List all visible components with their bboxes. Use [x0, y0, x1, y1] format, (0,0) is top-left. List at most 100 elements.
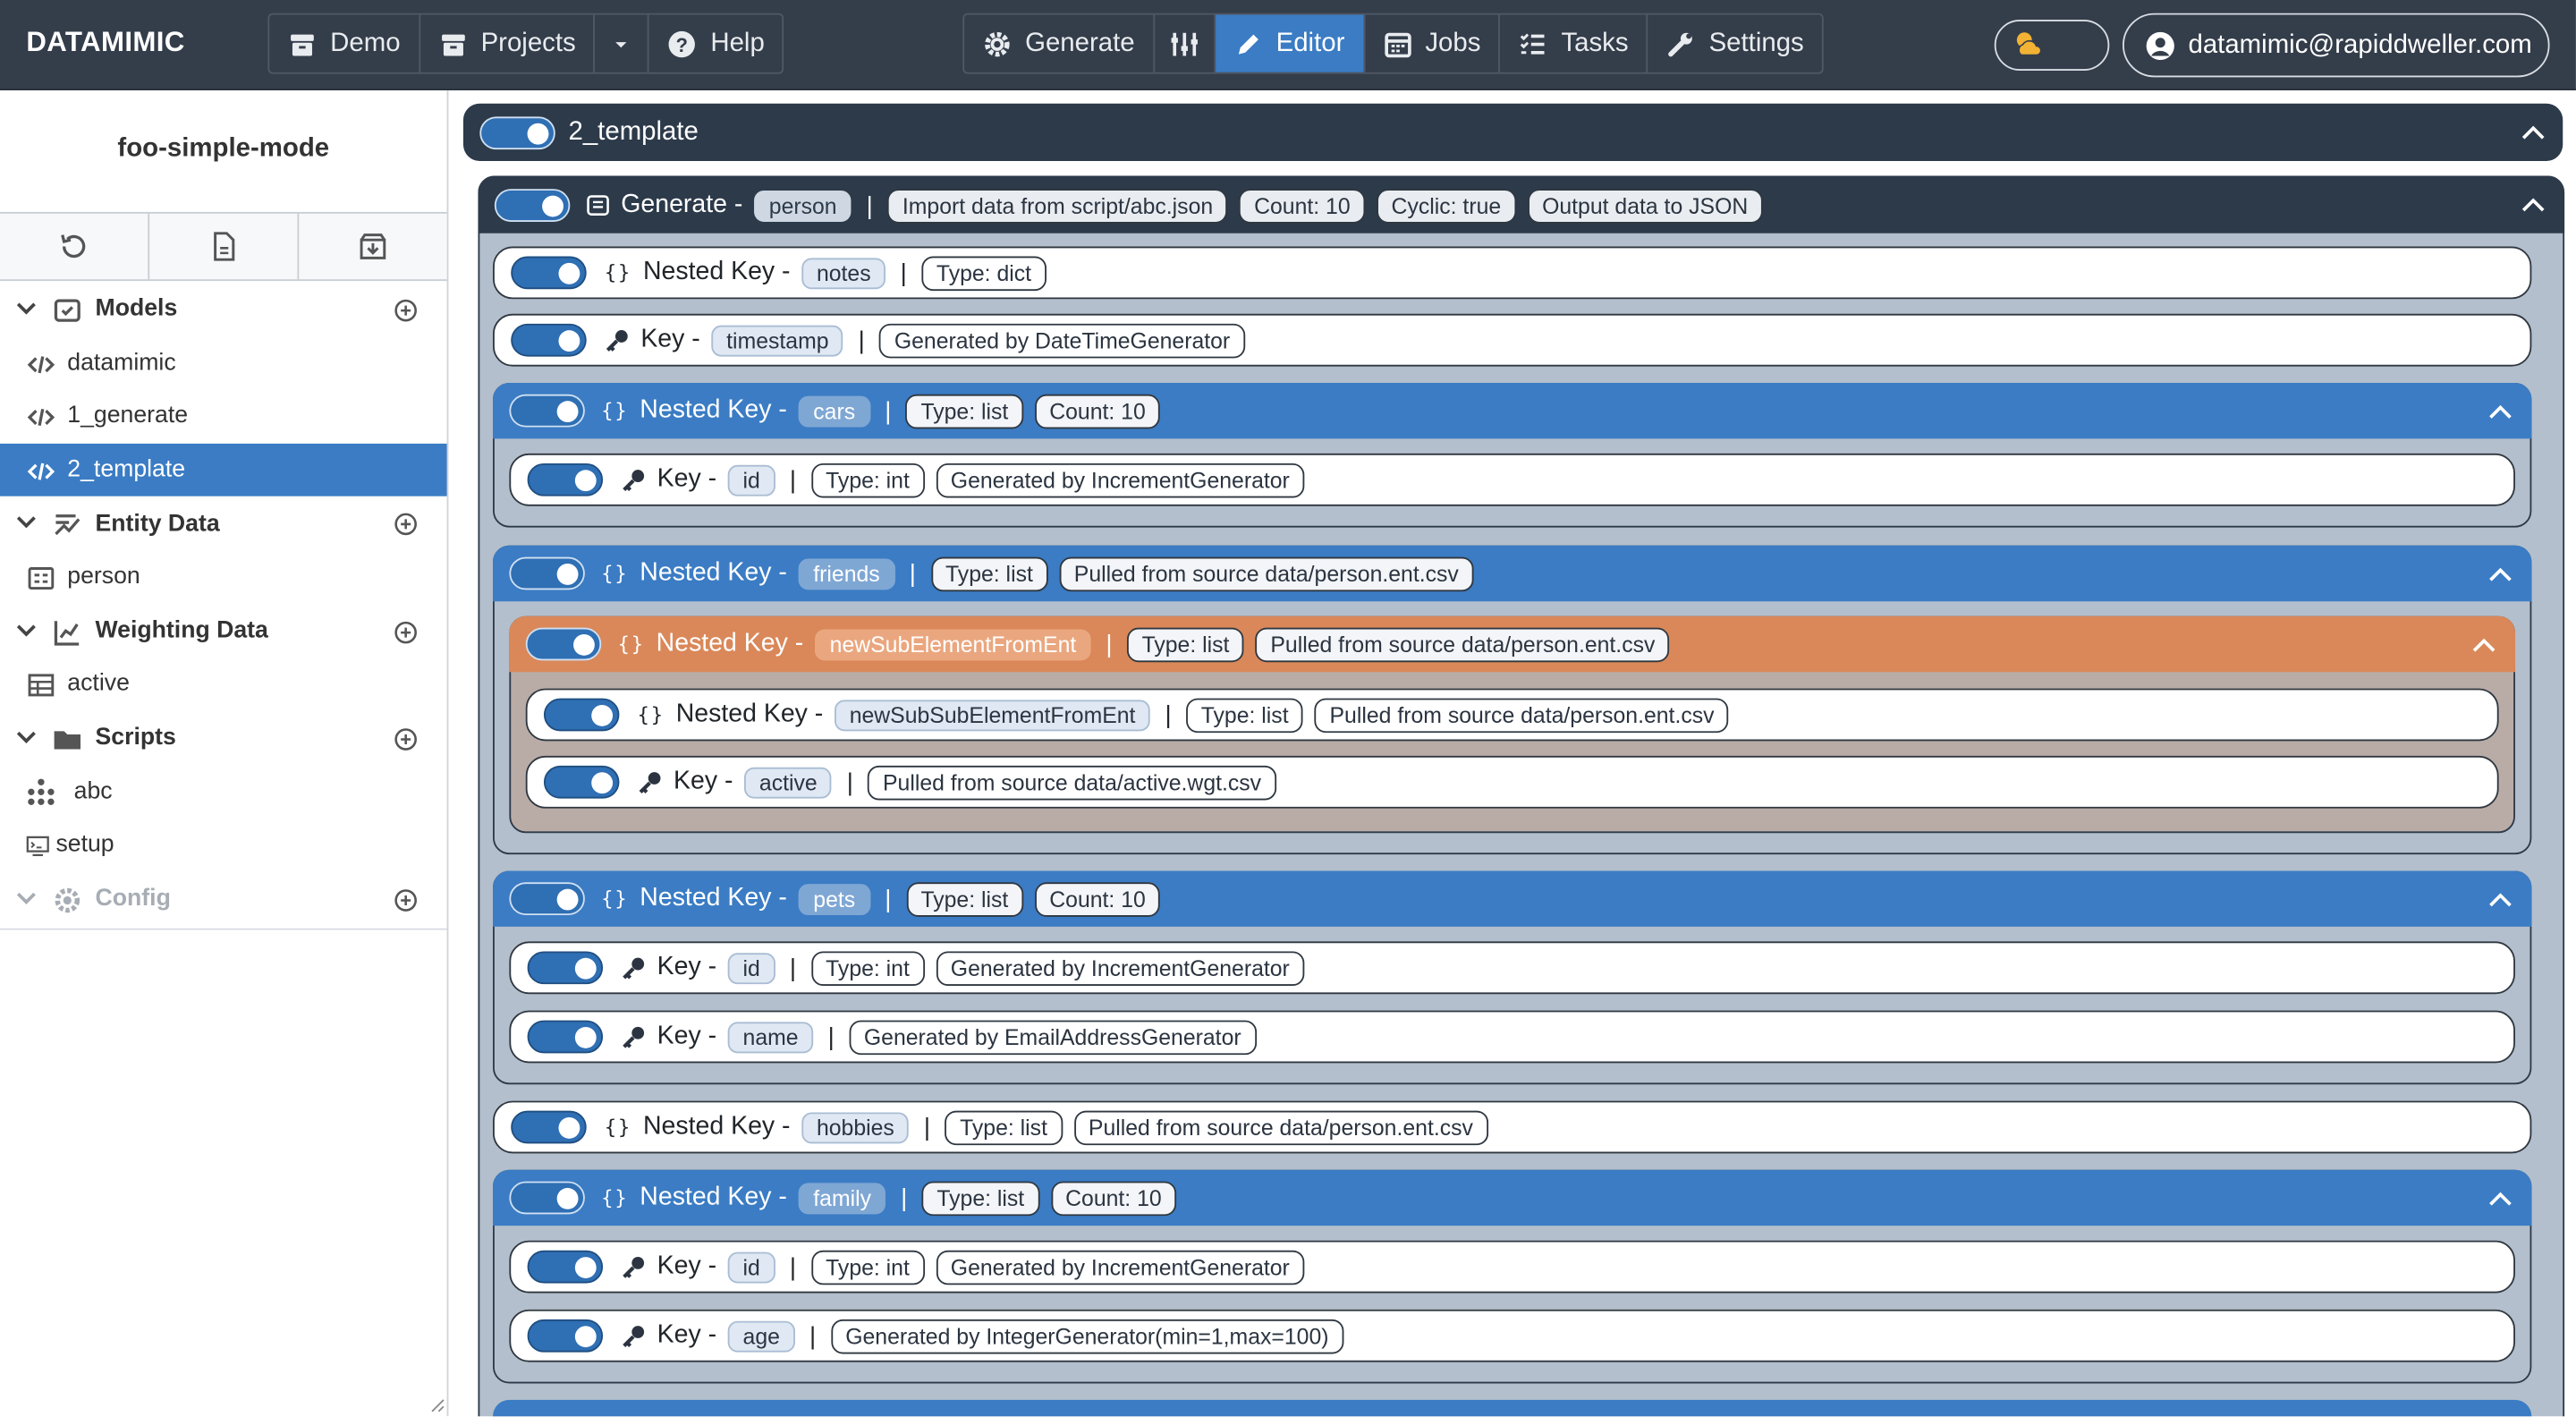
tree-group-config[interactable]: Config — [0, 871, 447, 925]
chevron-down-icon — [16, 892, 36, 904]
node-toggle[interactable] — [543, 698, 620, 732]
chevron-up-icon[interactable] — [2487, 562, 2513, 588]
editor-panel: 2_template Generate - person | Import da… — [450, 90, 2576, 1417]
node-name[interactable]: notes — [801, 257, 886, 289]
node-name[interactable]: family — [798, 1182, 886, 1214]
node-notes[interactable]: {} Nested Key - notes | Type: dict — [493, 246, 2532, 300]
node-toggle[interactable] — [527, 951, 604, 985]
import-button[interactable] — [299, 214, 446, 279]
node-toggle[interactable] — [511, 1110, 587, 1144]
new-file-button[interactable] — [149, 213, 300, 280]
node-toggle[interactable] — [511, 323, 587, 357]
tree-item-abc[interactable]: abc — [0, 765, 447, 819]
node-name[interactable]: pets — [798, 883, 870, 915]
node-name[interactable]: newSubElementFromEnt — [815, 628, 1091, 660]
node-name[interactable]: cars — [798, 395, 870, 427]
projects-dropdown-toggle[interactable] — [596, 14, 650, 72]
resize-handle-icon[interactable] — [428, 1396, 445, 1413]
chevron-up-icon[interactable] — [2470, 632, 2496, 658]
nav-jobs[interactable]: Jobs — [1364, 14, 1501, 72]
chevron-up-icon[interactable] — [2487, 399, 2513, 425]
node-toggle[interactable] — [527, 1020, 604, 1054]
node-name[interactable]: id — [728, 952, 775, 984]
add-circle-icon[interactable] — [394, 727, 418, 751]
tree-item-setup[interactable]: setup — [0, 819, 447, 872]
nav-projects[interactable]: Projects — [420, 14, 596, 72]
tree-group-scripts[interactable]: Scripts — [0, 711, 447, 765]
tree-item-1-generate[interactable]: 1_generate — [0, 390, 447, 444]
add-circle-icon[interactable] — [394, 888, 418, 912]
node-toggle[interactable] — [509, 556, 585, 590]
tree-group-models[interactable]: Models — [0, 283, 447, 336]
tree-item-label: abc — [73, 777, 113, 805]
nav-demo[interactable]: Demo — [269, 14, 420, 72]
brand-logo[interactable]: DATAMIMIC — [26, 26, 184, 59]
chevron-down-icon — [16, 624, 36, 636]
node-pets-id[interactable]: Key - id | Type: int Generated by Increm… — [509, 941, 2515, 995]
node-toggle[interactable] — [509, 882, 585, 916]
nav-help[interactable]: ? Help — [649, 15, 783, 72]
node-kind: Nested Key - — [640, 395, 787, 424]
generate-enable-toggle[interactable] — [494, 189, 571, 222]
chevron-up-icon[interactable] — [2520, 120, 2546, 146]
svg-text:?: ? — [676, 33, 688, 55]
node-tag: Type: list — [945, 1109, 1063, 1145]
node-toggle[interactable] — [525, 627, 602, 661]
generate-name[interactable]: person — [754, 190, 852, 222]
user-menu[interactable]: datamimic@rapiddweller.com — [2123, 13, 2550, 78]
chevron-up-icon[interactable] — [2487, 1186, 2513, 1212]
add-circle-icon[interactable] — [394, 620, 418, 643]
root-enable-toggle[interactable] — [479, 116, 555, 150]
node-name[interactable]: hobbies — [801, 1111, 910, 1143]
node-timestamp[interactable]: Key - timestamp | Generated by DateTimeG… — [493, 313, 2532, 367]
node-toggle[interactable] — [509, 1181, 585, 1215]
node-tag: Type: list — [905, 881, 1023, 916]
tree-item-2-template[interactable]: 2_template — [0, 443, 447, 497]
node-name[interactable]: id — [728, 1251, 775, 1283]
node-toggle[interactable] — [509, 394, 585, 428]
list-icon — [587, 195, 609, 216]
nav-tasks[interactable]: Tasks — [1500, 14, 1648, 72]
form-icon — [28, 566, 55, 590]
nav-settings[interactable]: Settings — [1648, 15, 1822, 72]
nav-editor[interactable]: Editor — [1215, 14, 1365, 72]
add-circle-icon[interactable] — [394, 299, 418, 322]
node-cars-id[interactable]: Key - id | Type: int Generated by Increm… — [509, 453, 2515, 506]
tree-group-weighting-data[interactable]: Weighting Data — [0, 604, 447, 658]
nav-generate[interactable]: Generate — [964, 14, 1155, 72]
node-kind: Nested Key - — [640, 558, 787, 587]
theme-toggle[interactable] — [1994, 20, 2110, 71]
add-circle-icon[interactable] — [394, 513, 418, 537]
node-family-age[interactable]: Key - age | Generated by IntegerGenerato… — [509, 1309, 2515, 1362]
nav-tasks-label: Tasks — [1561, 29, 1629, 57]
refresh-button[interactable] — [0, 213, 150, 280]
node-name[interactable]: newSubSubElementFromEnt — [835, 699, 1150, 731]
chevron-up-icon[interactable] — [2487, 887, 2513, 913]
nav-projects-label: Projects — [480, 29, 576, 57]
generate-tag: Cyclic: true — [1377, 188, 1516, 223]
node-toggle[interactable] — [527, 1250, 604, 1284]
chevron-up-icon[interactable] — [2520, 192, 2546, 218]
node-name[interactable]: age — [728, 1319, 795, 1352]
nav-generate-options[interactable] — [1155, 14, 1216, 72]
node-name[interactable]: active — [744, 766, 833, 798]
tree-item-active[interactable]: active — [0, 658, 447, 711]
node-name[interactable]: timestamp — [711, 324, 844, 356]
tree-item-person[interactable]: person — [0, 550, 447, 604]
gear-icon — [55, 887, 80, 912]
node-name[interactable]: id — [728, 463, 775, 496]
node-toggle[interactable] — [511, 256, 587, 290]
node-toggle[interactable] — [527, 462, 604, 496]
project-sidebar: foo-simple-mode Models datamimic 1_gener… — [0, 90, 449, 1417]
node-name[interactable]: name — [728, 1021, 814, 1053]
node-hobbies[interactable]: {} Nested Key - hobbies | Type: list Pul… — [493, 1100, 2532, 1154]
node-active[interactable]: Key - active | Pulled from source data/a… — [525, 755, 2499, 809]
node-pets-name[interactable]: Key - name | Generated by EmailAddressGe… — [509, 1010, 2515, 1064]
node-newsubsub[interactable]: {} Nested Key - newSubSubElementFromEnt … — [525, 688, 2499, 742]
node-name[interactable]: friends — [798, 557, 895, 590]
node-toggle[interactable] — [543, 765, 620, 799]
tree-item-datamimic[interactable]: datamimic — [0, 336, 447, 390]
node-toggle[interactable] — [527, 1319, 604, 1353]
node-family-id[interactable]: Key - id | Type: int Generated by Increm… — [509, 1240, 2515, 1294]
tree-group-entity-data[interactable]: Entity Data — [0, 496, 447, 550]
